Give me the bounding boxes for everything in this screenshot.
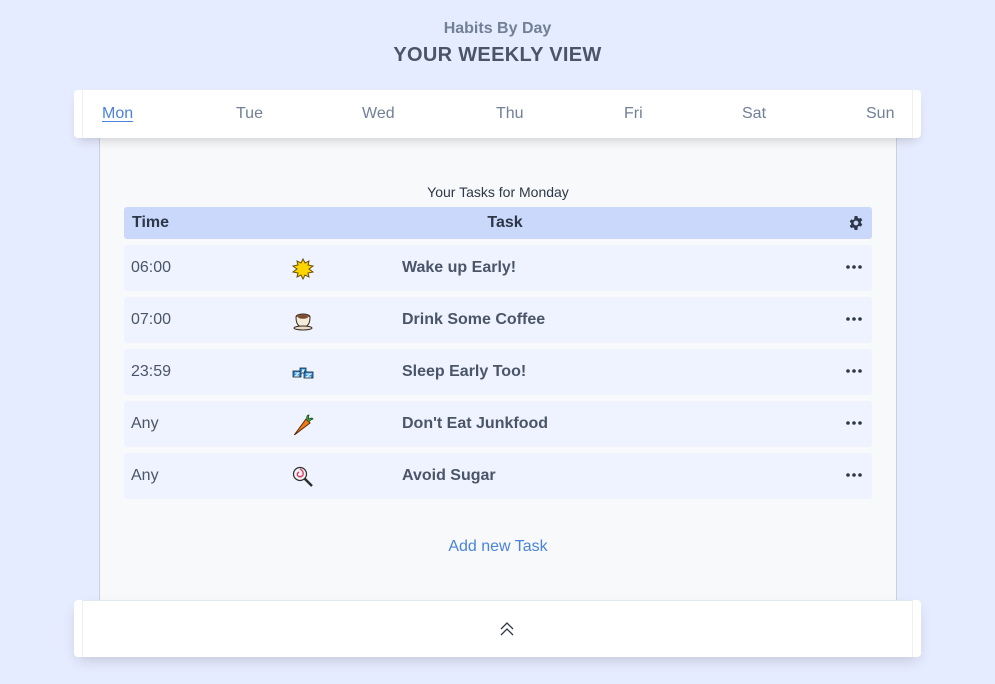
task-name: Sleep Early Too! [402,363,527,380]
more-options-icon[interactable] [844,257,864,277]
more-options-icon[interactable] [844,465,864,485]
sun-icon [291,257,315,281]
tasks-table: Time Task 06:00 Wake up Early! 07:00 Dri… [124,207,872,499]
header-task: Task [487,214,523,231]
day-tabs: Mon Tue Wed Thu Fri Sat Sun [74,90,921,138]
lollipop-icon [292,466,313,487]
add-task-link[interactable]: Add new Task [100,538,896,556]
tab-thu[interactable]: Thu [496,104,524,124]
double-chevron-up-icon[interactable] [498,620,516,638]
table-row[interactable]: 07:00 Drink Some Coffee [124,297,872,343]
page-title: YOUR WEEKLY VIEW [393,44,602,66]
page-subtitle: Habits By Day [443,20,552,37]
task-time: 07:00 [131,311,172,328]
task-time: Any [131,467,159,484]
task-name: Drink Some Coffee [402,311,546,328]
tab-wed[interactable]: Wed [362,104,395,124]
task-name: Don't Eat Junkfood [402,415,549,432]
coffee-icon [293,313,313,331]
bottom-bar [74,600,921,657]
gear-icon[interactable] [848,215,864,231]
task-time: 06:00 [131,259,172,276]
table-row[interactable]: Any Avoid Sugar [124,453,872,499]
tab-tue[interactable]: Tue [236,104,263,124]
table-row[interactable]: 23:59 Sleep Early Too! [124,349,872,395]
tab-fri[interactable]: Fri [624,104,643,124]
table-row[interactable]: 06:00 Wake up Early! [124,245,872,291]
table-row[interactable]: Any Don't Eat Junkfood [124,401,872,447]
more-options-icon[interactable] [844,309,864,329]
task-name: Avoid Sugar [402,467,496,484]
table-header: Time Task [124,207,872,239]
carrot-icon [294,414,314,436]
tab-sun[interactable]: Sun [866,104,894,124]
task-time: Any [131,415,159,432]
tasks-panel: Your Tasks for Monday Time Task 06:00 Wa… [99,138,897,602]
more-options-icon[interactable] [844,413,864,433]
panel-caption: Your Tasks for Monday [427,184,569,200]
tab-mon[interactable]: Mon [102,104,133,124]
sleep-icon [292,367,314,379]
task-name: Wake up Early! [402,259,517,276]
more-options-icon[interactable] [844,361,864,381]
tab-sat[interactable]: Sat [742,104,766,124]
task-time: 23:59 [131,363,172,380]
